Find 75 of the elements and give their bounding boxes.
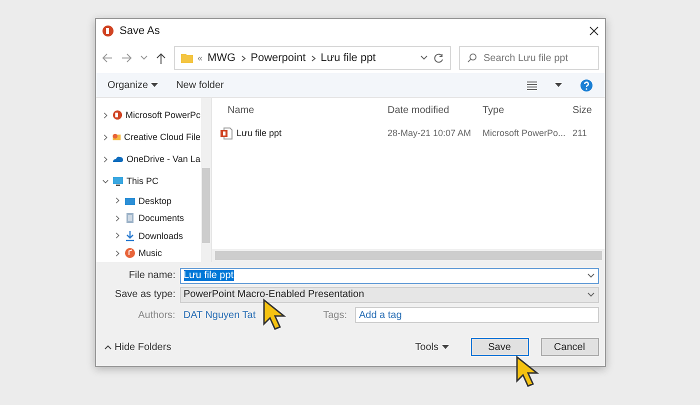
download-icon (124, 230, 136, 242)
table-cell-text: 211 (572, 128, 588, 138)
tags-field[interactable]: Add a tag (354, 307, 598, 323)
chevron-right-icon[interactable] (102, 156, 108, 162)
column-header[interactable]: Name (228, 104, 388, 116)
sidebar-item[interactable]: OneDrive - Van La (126, 154, 200, 164)
chevron-down-icon[interactable] (586, 272, 594, 278)
chevron-right-icon[interactable] (114, 197, 120, 204)
column-header[interactable]: Size (572, 104, 604, 116)
sidebar-item[interactable]: Documents (138, 213, 184, 224)
window-title: Save As (120, 25, 161, 37)
search-field[interactable]: Search Lưu file ppt (458, 46, 598, 70)
chevron-down-icon[interactable] (102, 178, 108, 184)
table-cell-text: Microsoft PowerPo... (482, 128, 567, 138)
monitor-icon (112, 175, 124, 187)
field-label: Tags: (323, 310, 347, 320)
powerpoint-icon (112, 109, 122, 121)
chevron-right-icon (310, 54, 316, 62)
music-icon (124, 247, 136, 260)
close-icon[interactable] (588, 26, 598, 36)
chevron-right-icon[interactable] (114, 250, 120, 257)
horizontal-scrollbar[interactable] (212, 249, 604, 262)
pointer-cursor-icon (262, 298, 288, 332)
breadcrumb[interactable]: Lưu file ppt (320, 52, 376, 64)
sidebar-item[interactable]: This PC (126, 176, 159, 186)
chevron-right-icon[interactable] (114, 214, 120, 222)
forward-arrow-icon[interactable] (120, 53, 132, 63)
chevron-right-icon[interactable] (114, 232, 120, 240)
chevron-down-icon[interactable] (420, 55, 428, 61)
folder-icon (180, 53, 192, 63)
new-folder-button[interactable]: New folder (176, 80, 224, 90)
chevron-up-icon (104, 344, 112, 350)
overflow-chevrons[interactable]: « (198, 53, 203, 63)
file-name-field[interactable]: Lưu file ppt (180, 268, 598, 284)
sidebar-item[interactable]: Creative Cloud File (124, 132, 200, 142)
cancel-button[interactable]: Cancel (540, 338, 598, 356)
tools-menu[interactable]: Tools (415, 342, 448, 352)
save-button[interactable]: Save (470, 338, 528, 356)
caret-icon (554, 82, 562, 88)
sidebar-item[interactable]: Music (138, 248, 162, 258)
help-icon[interactable] (580, 78, 592, 92)
chevron-down-icon[interactable] (140, 55, 148, 61)
field-label: Authors: (137, 310, 176, 320)
sidebar-item[interactable]: Microsoft PowerPc (125, 110, 200, 120)
table-cell-text: 28-May-21 10:07 AM (388, 128, 472, 138)
chevron-down-icon[interactable] (586, 292, 594, 298)
chevron-right-icon (240, 54, 246, 62)
caret-icon (442, 344, 448, 350)
chevron-right-icon[interactable] (102, 112, 108, 118)
presentation-file-icon (220, 126, 232, 140)
sidebar-item[interactable]: Downloads (138, 230, 184, 241)
field-label: File name: (128, 270, 176, 281)
author-link[interactable]: DAT Nguyen Tat (183, 310, 316, 320)
organize-menu[interactable]: Organize (108, 80, 158, 90)
hide-folders-button[interactable]: Hide Folders (104, 342, 172, 352)
chevron-right-icon[interactable] (102, 134, 108, 140)
sidebar-item[interactable]: Desktop (138, 196, 172, 206)
caret-icon (151, 82, 158, 88)
back-arrow-icon[interactable] (102, 53, 112, 63)
refresh-icon[interactable] (432, 52, 444, 64)
breadcrumb[interactable]: MWG (208, 52, 236, 64)
column-header[interactable]: Date modified (388, 104, 482, 116)
field-label: Save as type: (114, 289, 176, 300)
file-name-cell[interactable]: Lưu file ppt (220, 126, 388, 140)
up-arrow-icon[interactable] (156, 52, 166, 64)
view-options-icon[interactable] (526, 80, 536, 90)
pointer-cursor-icon (515, 355, 541, 389)
powerpoint-icon (102, 25, 114, 37)
vertical-scrollbar[interactable] (200, 98, 210, 262)
save-type-dropdown[interactable]: PowerPoint Macro-Enabled Presentation (180, 286, 598, 302)
breadcrumb[interactable]: Powerpoint (250, 52, 306, 64)
column-header[interactable]: Type (482, 104, 572, 116)
folder-icon (112, 131, 121, 143)
document-icon (124, 212, 136, 224)
address-bar[interactable]: « MWG Powerpoint Lưu file ppt (174, 46, 450, 70)
